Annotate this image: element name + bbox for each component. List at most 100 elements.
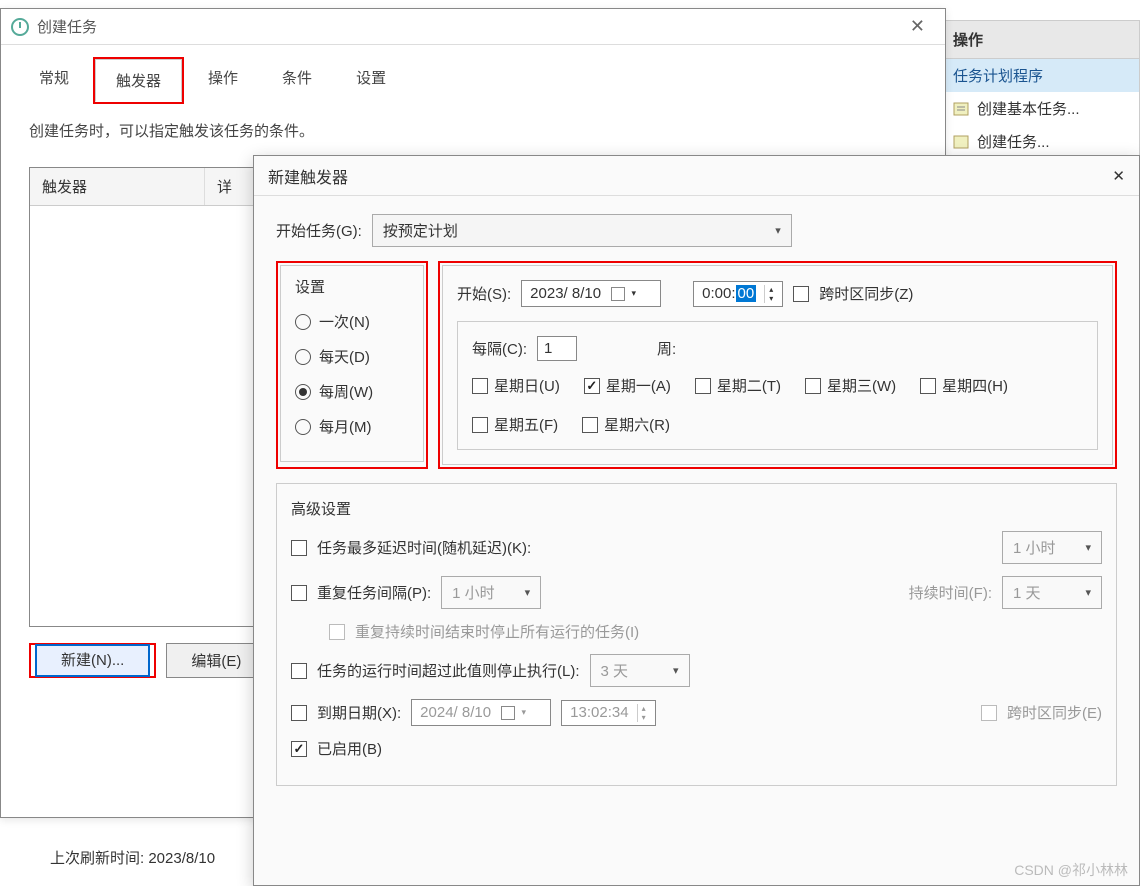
stop-limit-checkbox[interactable] [291, 663, 307, 679]
actions-category[interactable]: 任务计划程序 [940, 59, 1140, 92]
begin-task-label: 开始任务(G): [276, 220, 362, 241]
spin-down-icon: ▾ [638, 713, 650, 722]
day-thursday[interactable]: 星期四(H) [920, 375, 1008, 396]
checkbox-icon [582, 417, 598, 433]
chevron-down-icon: ▾ [673, 664, 679, 677]
radio-weekly[interactable]: 每周(W) [295, 381, 409, 402]
advanced-legend: 高级设置 [291, 498, 1102, 519]
start-time-input[interactable]: 0:00:00 ▴▾ [693, 281, 783, 307]
actions-panel: 操作 任务计划程序 创建基本任务... 创建任务... [940, 20, 1140, 158]
col-trigger[interactable]: 触发器 [30, 168, 205, 205]
highlight-box: 开始(S): 2023/ 8/10 0:00:00 ▴▾ 跨时区同步(Z) [438, 261, 1117, 469]
expire-tz-checkbox [981, 705, 997, 721]
tab-settings[interactable]: 设置 [336, 57, 406, 104]
dialog-title: 新建触发器 [268, 164, 1112, 188]
create-basic-task-label: 创建基本任务... [977, 98, 1080, 119]
radio-monthly[interactable]: 每月(M) [295, 416, 409, 437]
start-date-picker[interactable]: 2023/ 8/10 [521, 280, 661, 307]
radio-icon [295, 314, 311, 330]
radio-daily[interactable]: 每天(D) [295, 346, 409, 367]
expire-tz-label: 跨时区同步(E) [1007, 702, 1102, 723]
stop-at-end-checkbox [329, 624, 345, 640]
checkbox-icon [920, 378, 936, 394]
day-monday[interactable]: 星期一(A) [584, 375, 671, 396]
repeat-label: 重复任务间隔(P): [317, 582, 431, 603]
new-button[interactable]: 新建(N)... [35, 644, 150, 677]
weekly-settings: 每隔(C): 1 周: 星期日(U) 星期一(A) 星期二(T) 星期三(W) … [457, 321, 1098, 450]
titlebar: 创建任务 ✕ [1, 9, 945, 45]
spinner: ▴▾ [637, 704, 650, 722]
tz-sync-checkbox[interactable] [793, 286, 809, 302]
delay-checkbox[interactable] [291, 540, 307, 556]
delay-select: 1 小时▾ [1002, 531, 1102, 564]
clock-icon [11, 18, 29, 36]
window-title: 创建任务 [37, 16, 900, 37]
spin-down-icon[interactable]: ▾ [765, 294, 777, 303]
schedule-type-group: 设置 一次(N) 每天(D) 每周(W) 每月(M) [280, 265, 424, 462]
last-refresh-label: 上次刷新时间: 2023/8/10 [50, 847, 215, 868]
begin-task-value: 按预定计划 [383, 220, 458, 241]
tab-conditions[interactable]: 条件 [262, 57, 332, 104]
new-trigger-dialog: 新建触发器 ✕ 开始任务(G): 按预定计划 ▾ 设置 一次(N) 每天(D) … [253, 155, 1140, 886]
day-tuesday[interactable]: 星期二(T) [695, 375, 781, 396]
expire-time-input: 13:02:34▴▾ [561, 700, 655, 726]
close-button[interactable]: ✕ [1112, 167, 1125, 185]
expire-date-picker: 2024/ 8/10 [411, 699, 551, 726]
start-label: 开始(S): [457, 283, 511, 304]
begin-task-select[interactable]: 按预定计划 ▾ [372, 214, 792, 247]
create-task-label: 创建任务... [977, 131, 1050, 152]
spinner[interactable]: ▴▾ [764, 285, 777, 303]
expire-checkbox[interactable] [291, 705, 307, 721]
tz-sync-label: 跨时区同步(Z) [819, 283, 913, 304]
interval-label: 每隔(C): [472, 338, 527, 359]
stop-limit-select: 3 天▾ [590, 654, 690, 687]
calendar-icon [501, 706, 515, 720]
tab-description: 创建任务时，可以指定触发该任务的条件。 [1, 104, 945, 157]
day-saturday[interactable]: 星期六(R) [582, 414, 670, 435]
day-wednesday[interactable]: 星期三(W) [805, 375, 896, 396]
chevron-down-icon: ▾ [1085, 541, 1091, 554]
radio-icon [295, 419, 311, 435]
calendar-icon [611, 287, 625, 301]
create-task-link[interactable]: 创建任务... [940, 125, 1140, 158]
delay-label: 任务最多延迟时间(随机延迟)(K): [317, 537, 531, 558]
checkbox-icon [584, 378, 600, 394]
advanced-settings: 高级设置 任务最多延迟时间(随机延迟)(K): 1 小时▾ 重复任务间隔(P):… [276, 483, 1117, 786]
task-icon [953, 101, 969, 117]
day-sunday[interactable]: 星期日(U) [472, 375, 560, 396]
tab-strip: 常规 触发器 操作 条件 设置 [1, 45, 945, 104]
checkbox-icon [805, 378, 821, 394]
close-button[interactable]: ✕ [900, 12, 935, 41]
highlight-box: 新建(N)... [29, 643, 156, 678]
chevron-down-icon: ▾ [775, 224, 781, 237]
spin-up-icon: ▴ [638, 704, 650, 713]
radio-once[interactable]: 一次(N) [295, 311, 409, 332]
chevron-down-icon: ▾ [525, 586, 531, 599]
repeat-checkbox[interactable] [291, 585, 307, 601]
chevron-down-icon: ▾ [1085, 586, 1091, 599]
enabled-checkbox[interactable] [291, 741, 307, 757]
day-friday[interactable]: 星期五(F) [472, 414, 558, 435]
checkbox-icon [472, 378, 488, 394]
spin-up-icon[interactable]: ▴ [765, 285, 777, 294]
days-of-week: 星期日(U) 星期一(A) 星期二(T) 星期三(W) 星期四(H) 星期五(F… [472, 375, 1083, 435]
tab-general[interactable]: 常规 [19, 57, 89, 104]
radio-icon [295, 349, 311, 365]
actions-header: 操作 [940, 20, 1140, 59]
tab-actions[interactable]: 操作 [188, 57, 258, 104]
edit-button[interactable]: 编辑(E) [166, 643, 266, 678]
checkbox-icon [695, 378, 711, 394]
stop-limit-label: 任务的运行时间超过此值则停止执行(L): [317, 660, 580, 681]
radio-icon [295, 384, 311, 400]
expire-label: 到期日期(X): [317, 702, 401, 723]
create-basic-task-link[interactable]: 创建基本任务... [940, 92, 1140, 125]
checkbox-icon [472, 417, 488, 433]
highlight-box: 触发器 [93, 57, 184, 104]
repeat-interval-select: 1 小时▾ [441, 576, 541, 609]
duration-label: 持续时间(F): [909, 582, 992, 603]
tab-triggers[interactable]: 触发器 [95, 59, 182, 102]
interval-input[interactable]: 1 [537, 336, 577, 361]
duration-select: 1 天▾ [1002, 576, 1102, 609]
enabled-label: 已启用(B) [317, 738, 382, 759]
settings-legend: 设置 [295, 276, 409, 297]
